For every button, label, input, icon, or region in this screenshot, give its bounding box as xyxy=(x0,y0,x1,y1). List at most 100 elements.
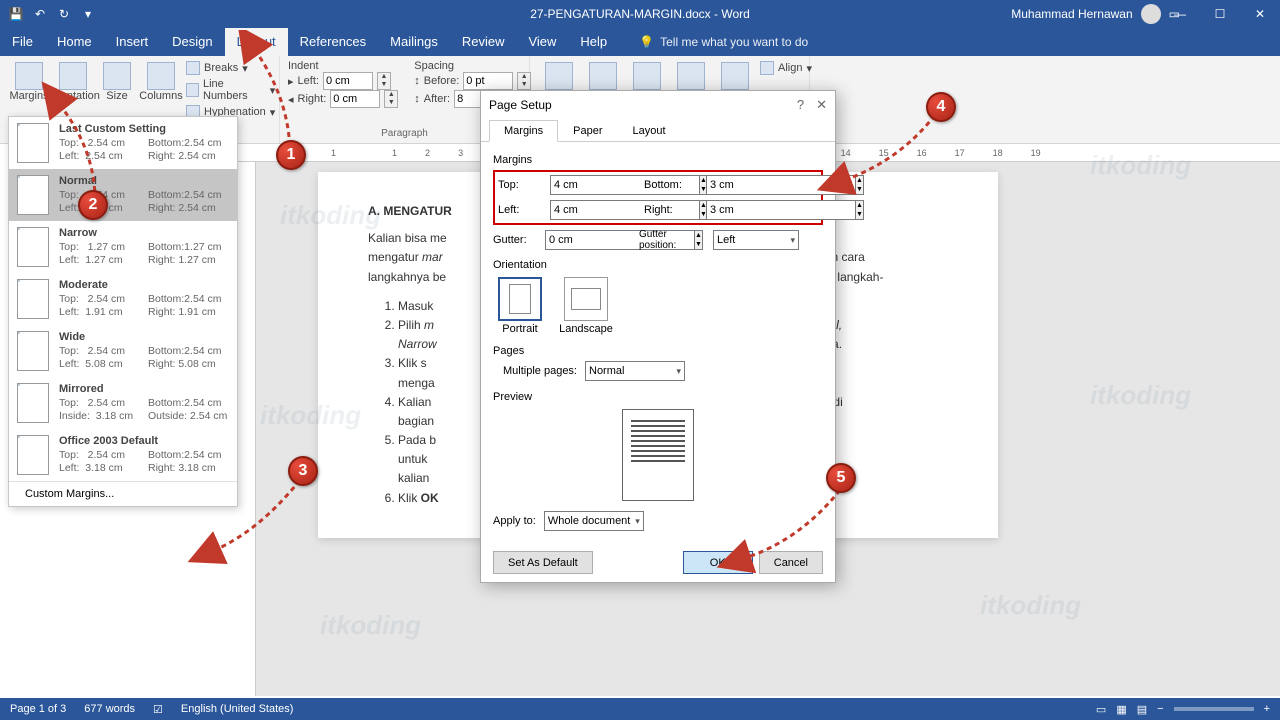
preset-wide[interactable]: WideTop: 2.54 cmBottom:2.54 cmLeft: 5.08… xyxy=(9,325,237,377)
language-status[interactable]: English (United States) xyxy=(181,703,294,715)
window-title: 27-PENGATURAN-MARGIN.docx - Word xyxy=(530,7,750,21)
view-read-icon[interactable]: ▭ xyxy=(1096,703,1106,716)
line-numbers-button[interactable]: Line Numbers▾ xyxy=(184,77,277,103)
custom-margins-item[interactable]: Custom Margins... xyxy=(9,481,237,506)
columns-icon xyxy=(147,62,175,90)
word-count[interactable]: 677 words xyxy=(84,703,135,715)
orientation-button[interactable]: Orientation xyxy=(52,60,94,120)
position-button[interactable] xyxy=(538,60,580,92)
user-area[interactable]: Muhammad Hernawan ▭ xyxy=(1011,4,1180,24)
tab-review[interactable]: Review xyxy=(450,28,517,56)
spellcheck-icon[interactable]: ☑ xyxy=(153,703,163,716)
margin-right-input[interactable] xyxy=(706,200,856,220)
indent-left-icon: ▸ xyxy=(288,75,294,88)
redo-icon[interactable]: ↻ xyxy=(56,7,72,21)
callout-1: 1 xyxy=(276,140,306,170)
columns-button[interactable]: Columns xyxy=(140,60,182,120)
view-print-icon[interactable]: ▦ xyxy=(1116,703,1126,716)
multiple-pages-label: Multiple pages: xyxy=(503,365,577,377)
selection-pane-button[interactable] xyxy=(714,60,756,92)
tab-layout[interactable]: Layout xyxy=(225,28,288,56)
zoom-in-icon[interactable]: + xyxy=(1264,703,1270,715)
preset-narrow[interactable]: NarrowTop: 1.27 cmBottom:1.27 cmLeft: 1.… xyxy=(9,221,237,273)
gutter-position-select[interactable]: Left xyxy=(713,230,799,250)
dialog-tab-margins[interactable]: Margins xyxy=(489,120,558,142)
apply-to-select[interactable]: Whole document xyxy=(544,511,644,531)
send-backward-button[interactable] xyxy=(670,60,712,92)
doc-text: untuk xyxy=(398,452,427,466)
undo-icon[interactable]: ↶ xyxy=(32,7,48,21)
preset-last-custom-setting[interactable]: Last Custom SettingTop: 2.54 cmBottom:2.… xyxy=(9,117,237,169)
margin-bottom-spinner[interactable]: ▲▼ xyxy=(856,175,864,195)
indent-right-input[interactable] xyxy=(330,90,380,108)
minimize-button[interactable]: — xyxy=(1160,7,1200,21)
selection-icon xyxy=(721,62,749,90)
doc-text: bagian xyxy=(398,414,434,428)
doc-text: Klik xyxy=(398,491,421,505)
margins-label: Margins xyxy=(9,90,48,102)
zoom-slider[interactable] xyxy=(1174,707,1254,711)
spacing-after-icon: ↕ xyxy=(414,93,420,105)
tab-mailings[interactable]: Mailings xyxy=(378,28,450,56)
multiple-pages-select[interactable]: Normal xyxy=(585,361,685,381)
position-icon xyxy=(545,62,573,90)
maximize-button[interactable]: ☐ xyxy=(1200,7,1240,21)
wrap-text-button[interactable] xyxy=(582,60,624,92)
chevron-down-icon: ▾ xyxy=(270,106,276,119)
preset-icon xyxy=(17,383,49,423)
help-icon[interactable]: ? xyxy=(797,97,804,113)
tab-help[interactable]: Help xyxy=(568,28,619,56)
indent-left-input[interactable] xyxy=(323,72,373,90)
indent-left-spinner[interactable]: ▲▼ xyxy=(377,72,391,90)
dialog-tab-paper[interactable]: Paper xyxy=(558,120,617,142)
user-name: Muhammad Hernawan xyxy=(1011,7,1132,21)
portrait-button[interactable]: Portrait xyxy=(493,277,547,335)
margins-dropdown: Last Custom SettingTop: 2.54 cmBottom:2.… xyxy=(8,116,238,507)
indent-right-spinner[interactable]: ▲▼ xyxy=(384,90,398,108)
page-status[interactable]: Page 1 of 3 xyxy=(10,703,66,715)
pages-section-label: Pages xyxy=(493,345,823,357)
indent-header: Indent xyxy=(288,60,398,72)
qat-more-icon[interactable]: ▾ xyxy=(80,7,96,21)
tell-me[interactable]: 💡 Tell me what you want to do xyxy=(639,35,808,49)
avatar[interactable] xyxy=(1141,4,1161,24)
orientation-section-label: Orientation xyxy=(493,259,823,271)
preview-section-label: Preview xyxy=(493,391,823,403)
margins-button[interactable]: Margins xyxy=(8,60,50,120)
tab-view[interactable]: View xyxy=(516,28,568,56)
dialog-titlebar[interactable]: Page Setup ? ✕ xyxy=(481,91,835,119)
chevron-down-icon: ▾ xyxy=(806,62,812,75)
margin-bottom-input[interactable] xyxy=(706,175,856,195)
vertical-ruler[interactable] xyxy=(238,162,256,696)
tab-file[interactable]: File xyxy=(0,28,45,56)
ok-button[interactable]: OK xyxy=(683,551,753,574)
tab-home[interactable]: Home xyxy=(45,28,104,56)
doc-text: Narrow xyxy=(398,337,437,351)
view-web-icon[interactable]: ▤ xyxy=(1137,703,1147,716)
close-button[interactable]: ✕ xyxy=(1240,7,1280,21)
tab-insert[interactable]: Insert xyxy=(104,28,161,56)
preset-moderate[interactable]: ModerateTop: 2.54 cmBottom:2.54 cmLeft: … xyxy=(9,273,237,325)
spacing-before-input[interactable] xyxy=(463,72,513,90)
bring-forward-button[interactable] xyxy=(626,60,668,92)
preset-name: Moderate xyxy=(59,279,229,291)
breaks-button[interactable]: Breaks▾ xyxy=(184,60,277,76)
zoom-out-icon[interactable]: − xyxy=(1157,703,1163,715)
landscape-button[interactable]: Landscape xyxy=(559,277,613,335)
preset-office-2003-default[interactable]: Office 2003 DefaultTop: 2.54 cmBottom:2.… xyxy=(9,429,237,481)
margin-right-spinner[interactable]: ▲▼ xyxy=(856,200,864,220)
callout-2: 2 xyxy=(78,190,108,220)
tab-design[interactable]: Design xyxy=(160,28,224,56)
preset-mirrored[interactable]: MirroredTop: 2.54 cmBottom:2.54 cmInside… xyxy=(9,377,237,429)
align-button[interactable]: Align▾ xyxy=(758,60,814,76)
tab-references[interactable]: References xyxy=(288,28,378,56)
cancel-button[interactable]: Cancel xyxy=(759,551,823,574)
dialog-tab-layout[interactable]: Layout xyxy=(617,120,680,142)
set-default-button[interactable]: Set As Default xyxy=(493,551,593,574)
preset-normal[interactable]: NormalTop: 2.54 cmBottom:2.54 cmLeft: 2.… xyxy=(9,169,237,221)
close-icon[interactable]: ✕ xyxy=(816,97,827,113)
save-icon[interactable]: 💾 xyxy=(8,7,24,21)
size-button[interactable]: Size xyxy=(96,60,138,120)
preview-box xyxy=(622,409,694,501)
breaks-label: Breaks xyxy=(204,62,238,74)
